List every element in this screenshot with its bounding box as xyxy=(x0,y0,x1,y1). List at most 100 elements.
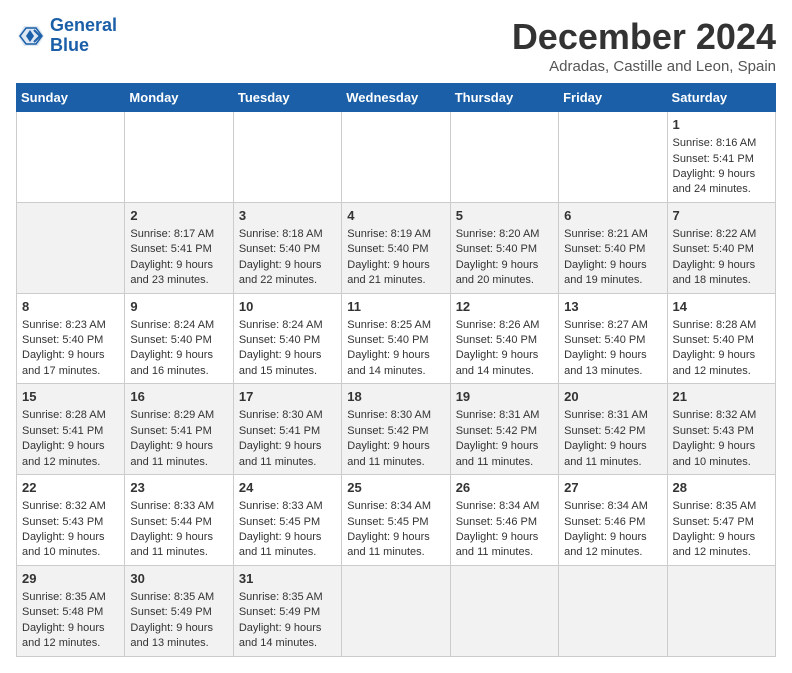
sunset: Sunset: 5:40 PM xyxy=(347,334,428,346)
sunrise: Sunrise: 8:28 AM xyxy=(673,319,757,331)
calendar-header: SundayMondayTuesdayWednesdayThursdayFrid… xyxy=(17,84,776,112)
sunrise: Sunrise: 8:34 AM xyxy=(456,500,540,512)
sunrise: Sunrise: 8:19 AM xyxy=(347,228,431,240)
calendar-cell: 26 Sunrise: 8:34 AM Sunset: 5:46 PM Dayl… xyxy=(450,475,558,566)
calendar-cell: 28 Sunrise: 8:35 AM Sunset: 5:47 PM Dayl… xyxy=(667,475,775,566)
day-number: 30 xyxy=(130,570,227,588)
subtitle: Adradas, Castille and Leon, Spain xyxy=(512,58,776,75)
sunrise: Sunrise: 8:28 AM xyxy=(22,409,106,421)
calendar-cell: 4 Sunrise: 8:19 AM Sunset: 5:40 PM Dayli… xyxy=(342,202,450,293)
calendar-cell: 19 Sunrise: 8:31 AM Sunset: 5:42 PM Dayl… xyxy=(450,384,558,475)
day-number: 27 xyxy=(564,479,661,497)
daylight: Daylight: 9 hours and 18 minutes. xyxy=(673,259,756,286)
calendar-cell: 22 Sunrise: 8:32 AM Sunset: 5:43 PM Dayl… xyxy=(17,475,125,566)
header: General Blue December 2024 Adradas, Cast… xyxy=(16,16,776,75)
daylight: Daylight: 9 hours and 17 minutes. xyxy=(22,349,105,376)
calendar-cell xyxy=(17,202,125,293)
calendar-cell: 30 Sunrise: 8:35 AM Sunset: 5:49 PM Dayl… xyxy=(125,565,233,656)
day-number: 16 xyxy=(130,388,227,406)
day-number: 6 xyxy=(564,207,661,225)
logo: General Blue xyxy=(16,16,117,56)
day-number: 21 xyxy=(673,388,770,406)
calendar-cell xyxy=(17,112,125,203)
calendar-cell: 5 Sunrise: 8:20 AM Sunset: 5:40 PM Dayli… xyxy=(450,202,558,293)
sunrise: Sunrise: 8:26 AM xyxy=(456,319,540,331)
calendar-cell: 15 Sunrise: 8:28 AM Sunset: 5:41 PM Dayl… xyxy=(17,384,125,475)
header-friday: Friday xyxy=(559,84,667,112)
daylight: Daylight: 9 hours and 11 minutes. xyxy=(130,531,213,558)
calendar-cell: 6 Sunrise: 8:21 AM Sunset: 5:40 PM Dayli… xyxy=(559,202,667,293)
day-number: 5 xyxy=(456,207,553,225)
calendar-cell: 31 Sunrise: 8:35 AM Sunset: 5:49 PM Dayl… xyxy=(233,565,341,656)
sunset: Sunset: 5:40 PM xyxy=(130,334,211,346)
day-number: 18 xyxy=(347,388,444,406)
sunset: Sunset: 5:49 PM xyxy=(130,606,211,618)
calendar-cell: 16 Sunrise: 8:29 AM Sunset: 5:41 PM Dayl… xyxy=(125,384,233,475)
sunrise: Sunrise: 8:34 AM xyxy=(564,500,648,512)
main-title: December 2024 xyxy=(512,16,776,58)
sunrise: Sunrise: 8:22 AM xyxy=(673,228,757,240)
sunrise: Sunrise: 8:32 AM xyxy=(673,409,757,421)
day-number: 29 xyxy=(22,570,119,588)
sunrise: Sunrise: 8:35 AM xyxy=(22,591,106,603)
sunset: Sunset: 5:41 PM xyxy=(673,153,754,165)
sunrise: Sunrise: 8:30 AM xyxy=(239,409,323,421)
calendar-cell xyxy=(559,565,667,656)
calendar-cell: 14 Sunrise: 8:28 AM Sunset: 5:40 PM Dayl… xyxy=(667,293,775,384)
daylight: Daylight: 9 hours and 23 minutes. xyxy=(130,259,213,286)
sunset: Sunset: 5:42 PM xyxy=(456,425,537,437)
calendar-cell: 20 Sunrise: 8:31 AM Sunset: 5:42 PM Dayl… xyxy=(559,384,667,475)
sunrise: Sunrise: 8:33 AM xyxy=(239,500,323,512)
daylight: Daylight: 9 hours and 12 minutes. xyxy=(673,349,756,376)
daylight: Daylight: 9 hours and 24 minutes. xyxy=(673,168,756,195)
calendar-cell xyxy=(233,112,341,203)
day-number: 2 xyxy=(130,207,227,225)
calendar-cell xyxy=(450,112,558,203)
day-number: 11 xyxy=(347,298,444,316)
calendar-cell xyxy=(450,565,558,656)
header-thursday: Thursday xyxy=(450,84,558,112)
calendar-cell: 9 Sunrise: 8:24 AM Sunset: 5:40 PM Dayli… xyxy=(125,293,233,384)
calendar-cell: 12 Sunrise: 8:26 AM Sunset: 5:40 PM Dayl… xyxy=(450,293,558,384)
day-number: 10 xyxy=(239,298,336,316)
calendar-cell: 29 Sunrise: 8:35 AM Sunset: 5:48 PM Dayl… xyxy=(17,565,125,656)
calendar-cell: 2 Sunrise: 8:17 AM Sunset: 5:41 PM Dayli… xyxy=(125,202,233,293)
sunrise: Sunrise: 8:34 AM xyxy=(347,500,431,512)
sunset: Sunset: 5:41 PM xyxy=(130,425,211,437)
sunrise: Sunrise: 8:35 AM xyxy=(673,500,757,512)
sunset: Sunset: 5:43 PM xyxy=(22,516,103,528)
day-number: 22 xyxy=(22,479,119,497)
sunset: Sunset: 5:46 PM xyxy=(456,516,537,528)
sunrise: Sunrise: 8:30 AM xyxy=(347,409,431,421)
daylight: Daylight: 9 hours and 12 minutes. xyxy=(22,440,105,467)
logo-line1: General xyxy=(50,15,117,35)
sunset: Sunset: 5:40 PM xyxy=(347,243,428,255)
calendar-cell: 25 Sunrise: 8:34 AM Sunset: 5:45 PM Dayl… xyxy=(342,475,450,566)
daylight: Daylight: 9 hours and 11 minutes. xyxy=(456,531,539,558)
calendar-cell: 1 Sunrise: 8:16 AM Sunset: 5:41 PM Dayli… xyxy=(667,112,775,203)
day-number: 23 xyxy=(130,479,227,497)
daylight: Daylight: 9 hours and 14 minutes. xyxy=(456,349,539,376)
sunset: Sunset: 5:43 PM xyxy=(673,425,754,437)
title-area: December 2024 Adradas, Castille and Leon… xyxy=(512,16,776,75)
calendar-cell: 11 Sunrise: 8:25 AM Sunset: 5:40 PM Dayl… xyxy=(342,293,450,384)
day-number: 9 xyxy=(130,298,227,316)
header-saturday: Saturday xyxy=(667,84,775,112)
sunrise: Sunrise: 8:23 AM xyxy=(22,319,106,331)
sunset: Sunset: 5:40 PM xyxy=(673,243,754,255)
calendar-body: 1 Sunrise: 8:16 AM Sunset: 5:41 PM Dayli… xyxy=(17,112,776,657)
day-number: 26 xyxy=(456,479,553,497)
sunrise: Sunrise: 8:16 AM xyxy=(673,137,757,149)
calendar-cell xyxy=(342,112,450,203)
sunrise: Sunrise: 8:31 AM xyxy=(456,409,540,421)
day-number: 3 xyxy=(239,207,336,225)
header-tuesday: Tuesday xyxy=(233,84,341,112)
daylight: Daylight: 9 hours and 11 minutes. xyxy=(564,440,647,467)
daylight: Daylight: 9 hours and 11 minutes. xyxy=(347,440,430,467)
daylight: Daylight: 9 hours and 11 minutes. xyxy=(130,440,213,467)
day-number: 24 xyxy=(239,479,336,497)
calendar-cell: 24 Sunrise: 8:33 AM Sunset: 5:45 PM Dayl… xyxy=(233,475,341,566)
calendar-row: 22 Sunrise: 8:32 AM Sunset: 5:43 PM Dayl… xyxy=(17,475,776,566)
day-number: 15 xyxy=(22,388,119,406)
logo-icon xyxy=(16,22,46,50)
